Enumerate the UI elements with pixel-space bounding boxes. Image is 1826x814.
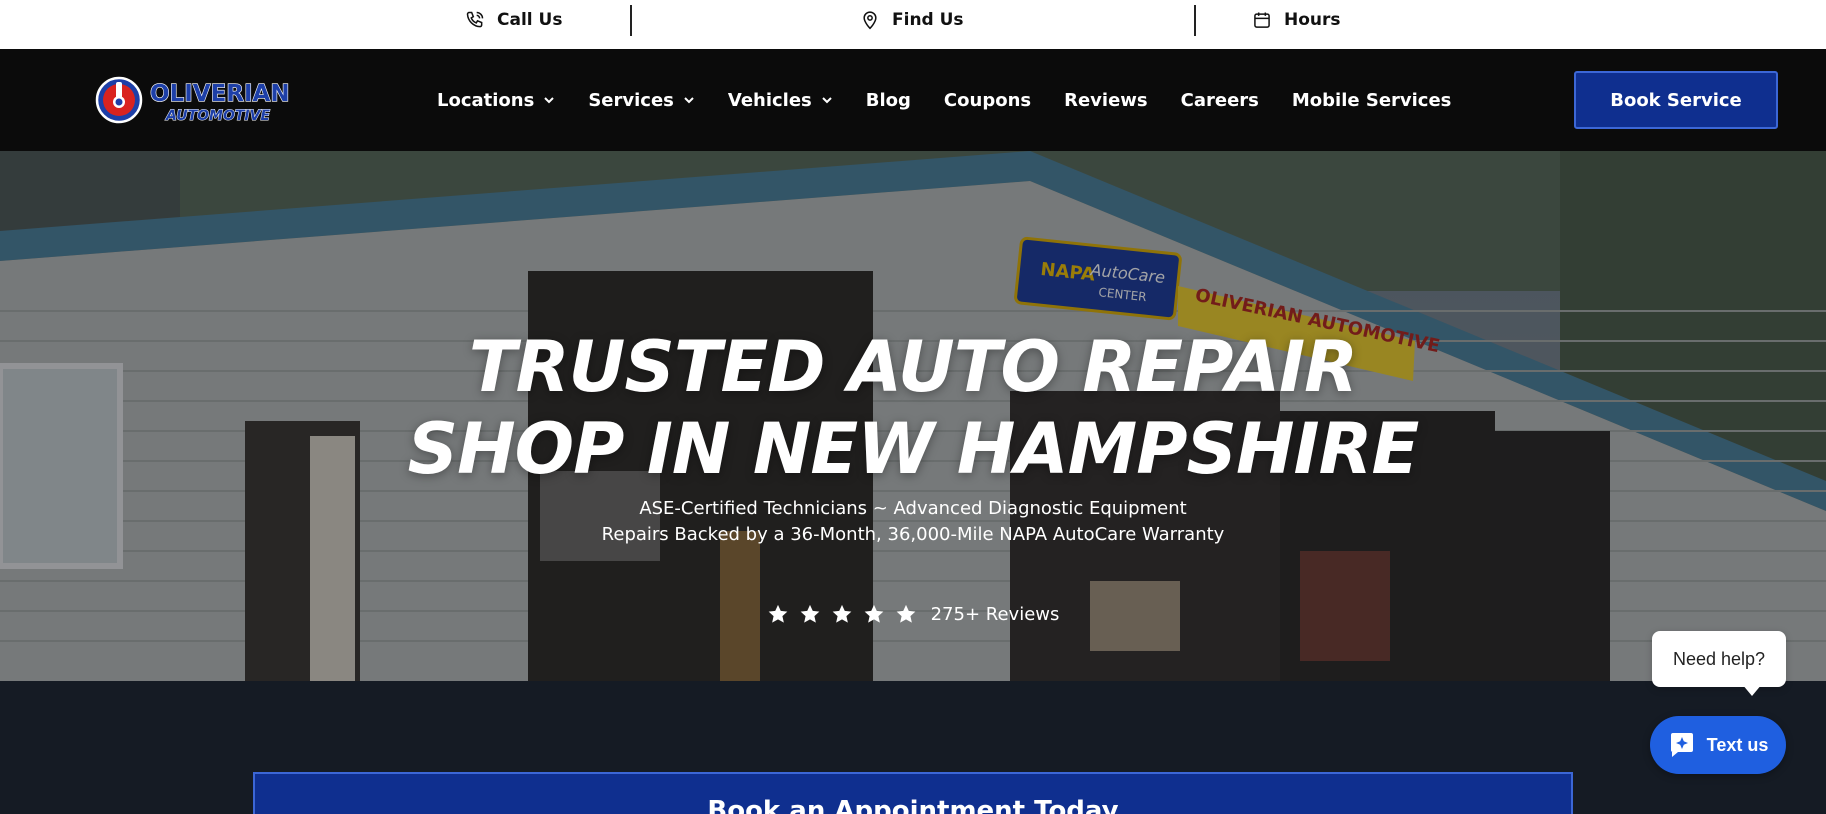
hero-title-line2: SHOP IN NEW HAMPSHIRE [407, 408, 1420, 490]
hours-link[interactable]: Hours [1252, 0, 1341, 40]
calendar-icon [1254, 12, 1270, 28]
hero-section: NAPA AutoCare CENTER OLIVERIAN AUTOMOTIV… [0, 151, 1826, 814]
main-nav: Locations Services Vehicles Blog Coupons Revi… [437, 49, 1484, 151]
nav-item-services[interactable]: Services [588, 90, 695, 111]
nav-item-reviews[interactable]: Reviews [1064, 90, 1148, 111]
chat-bubble-icon [1670, 733, 1693, 757]
bubble-tail [1742, 684, 1762, 696]
text-us-label: Text us [1706, 734, 1769, 755]
nav-item-coupons[interactable]: Coupons [944, 90, 1031, 111]
chevron-down-icon [822, 97, 832, 104]
svg-text:AUTOMOTIVE: AUTOMOTIVE [165, 108, 270, 124]
book-appointment-button[interactable]: Book an Appointment Today [253, 772, 1573, 814]
hero-subtitle-line2: Repairs Backed by a 36-Month, 36,000-Mil… [601, 524, 1225, 545]
nav-item-label: Services [588, 89, 674, 111]
nav-item-label: Vehicles [727, 89, 812, 111]
nav-item-label: Reviews [1064, 89, 1148, 111]
chevron-down-icon [684, 97, 694, 104]
divider [1194, 5, 1196, 36]
hero-title: TRUSTED AUTO REPAIR SHOP IN NEW HAMPSHIR… [0, 326, 1826, 490]
book-service-button[interactable]: Book Service [1574, 71, 1778, 129]
oliverian-logo: OLIVERIAN AUTOMOTIVE [95, 76, 290, 125]
nav-item-vehicles[interactable]: Vehicles [728, 90, 833, 111]
star-icon [832, 604, 851, 623]
phone-icon [466, 11, 484, 28]
reviews-count: 275+ Reviews [930, 603, 1060, 625]
nav-item-label: Mobile Services [1291, 89, 1452, 111]
nav-item-careers[interactable]: Careers [1181, 90, 1259, 111]
svg-text:OLIVERIAN: OLIVERIAN [150, 81, 290, 107]
star-icon [800, 604, 819, 623]
nav-item-label: Locations [437, 89, 535, 111]
need-help-bubble[interactable]: Need help? [1652, 631, 1786, 687]
nav-item-label: Blog [865, 89, 911, 111]
site-header: OLIVERIAN AUTOMOTIVE Locations Services Ve… [0, 49, 1826, 151]
hero-title-line1: TRUSTED AUTO REPAIR [468, 326, 1358, 408]
nav-item-locations[interactable]: Locations [437, 90, 555, 111]
nav-item-label: Careers [1180, 89, 1259, 111]
map-pin-icon [863, 11, 877, 30]
find-us-label: Find Us [892, 10, 964, 30]
star-icon [768, 604, 787, 623]
review-rating[interactable]: 275+ Reviews [0, 603, 1826, 625]
site-logo[interactable]: OLIVERIAN AUTOMOTIVE [95, 74, 290, 126]
hero-subtitle: ASE-Certified Technicians ~ Advanced Dia… [0, 496, 1826, 548]
nav-item-label: Coupons [943, 89, 1032, 111]
nav-item-mobile-services[interactable]: Mobile Services [1292, 90, 1452, 111]
find-us-link[interactable]: Find Us [860, 0, 964, 40]
utility-bar: Call Us Find Us Hours [0, 0, 1826, 49]
nav-item-blog[interactable]: Blog [866, 90, 911, 111]
star-icon [896, 604, 915, 623]
star-icon [864, 604, 883, 623]
call-us-link[interactable]: Call Us [465, 0, 562, 40]
hours-label: Hours [1284, 10, 1341, 30]
hero-subtitle-line1: ASE-Certified Technicians ~ Advanced Dia… [639, 498, 1187, 519]
text-us-button[interactable]: Text us [1650, 716, 1786, 774]
divider [630, 5, 632, 36]
chevron-down-icon [544, 97, 555, 104]
call-us-label: Call Us [497, 10, 563, 30]
star-rating [767, 603, 917, 625]
